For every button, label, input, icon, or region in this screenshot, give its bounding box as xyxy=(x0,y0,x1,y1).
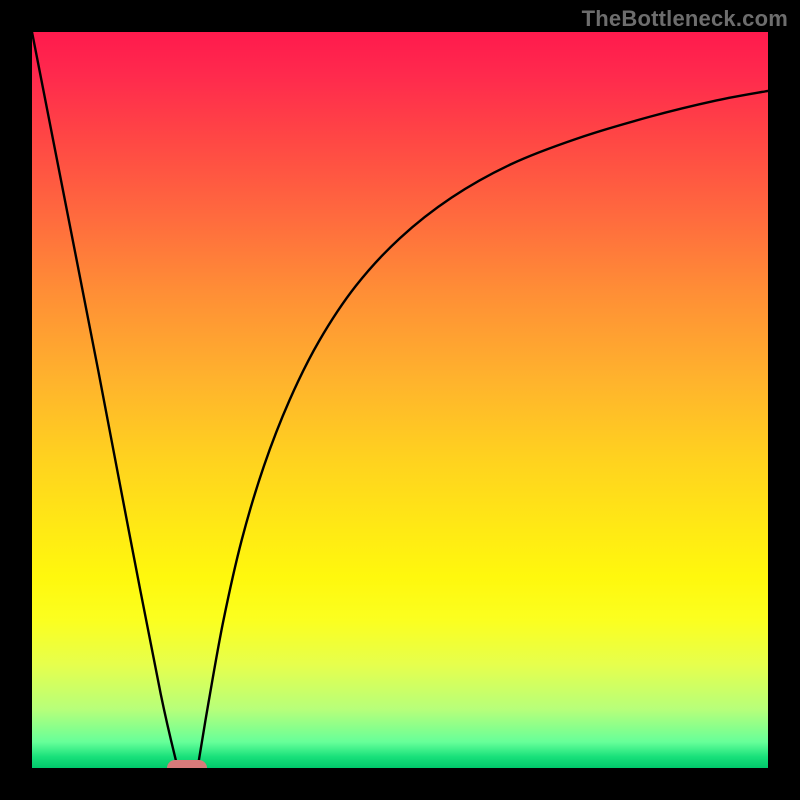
plot-area xyxy=(32,32,768,768)
bottleneck-curve xyxy=(32,32,768,768)
watermark-text: TheBottleneck.com xyxy=(582,6,788,32)
chart-frame: TheBottleneck.com xyxy=(0,0,800,800)
curve-path xyxy=(32,32,768,768)
min-marker xyxy=(167,760,207,768)
